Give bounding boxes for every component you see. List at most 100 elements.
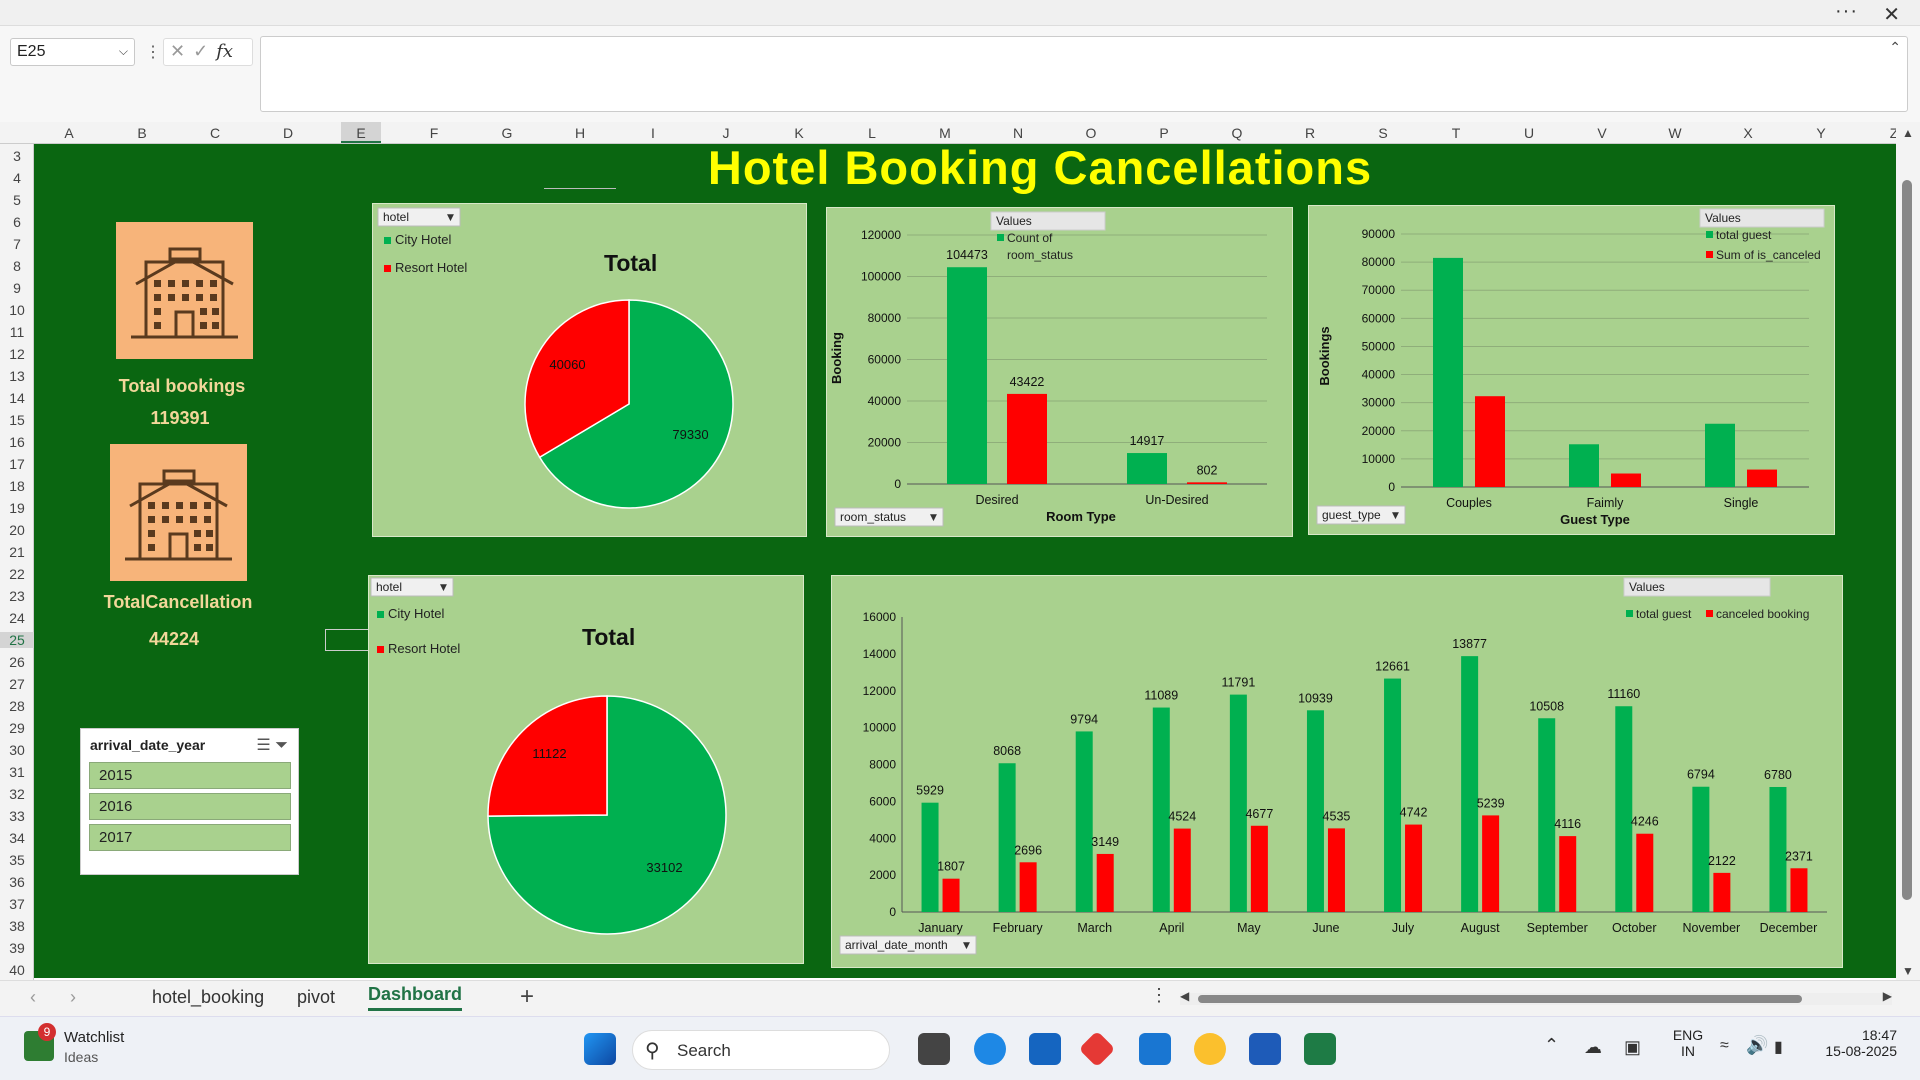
column-header-K[interactable]: K bbox=[779, 125, 819, 141]
column-header-R[interactable]: R bbox=[1290, 125, 1330, 141]
column-header-I[interactable]: I bbox=[633, 125, 673, 141]
column-header-O[interactable]: O bbox=[1071, 125, 1111, 141]
insert-function-icon[interactable]: fx bbox=[216, 41, 233, 62]
hscroll-thumb[interactable] bbox=[1198, 995, 1802, 1003]
close-icon[interactable]: ✕ bbox=[1883, 2, 1900, 27]
excel-icon[interactable] bbox=[1304, 1033, 1336, 1065]
row-header-37[interactable]: 37 bbox=[0, 896, 34, 912]
row-header-28[interactable]: 28 bbox=[0, 698, 34, 714]
battery-icon[interactable]: ▮ bbox=[1774, 1037, 1783, 1057]
formula-bar-options-icon[interactable]: ⋮ bbox=[145, 42, 161, 62]
selected-cell[interactable] bbox=[325, 629, 369, 651]
column-header-D[interactable]: D bbox=[268, 125, 308, 141]
volume-icon[interactable]: 🔊 bbox=[1746, 1035, 1768, 1056]
taskbar-search[interactable]: ⚲ Search bbox=[632, 1030, 890, 1070]
row-header-23[interactable]: 23 bbox=[0, 588, 34, 604]
row-header-26[interactable]: 26 bbox=[0, 654, 34, 670]
column-header-N[interactable]: N bbox=[998, 125, 1038, 141]
column-header-X[interactable]: X bbox=[1728, 125, 1768, 141]
scroll-down-icon[interactable]: ▼ bbox=[1902, 964, 1914, 978]
row-header-30[interactable]: 30 bbox=[0, 742, 34, 758]
row-header-15[interactable]: 15 bbox=[0, 412, 34, 428]
row-header-14[interactable]: 14 bbox=[0, 390, 34, 406]
photos-icon[interactable] bbox=[1139, 1033, 1171, 1065]
windows-start-icon[interactable] bbox=[584, 1033, 616, 1065]
tab-pivot[interactable]: pivot bbox=[297, 987, 335, 1008]
row-header-22[interactable]: 22 bbox=[0, 566, 34, 582]
column-header-Q[interactable]: Q bbox=[1217, 125, 1257, 141]
chevron-down-icon[interactable]: ⌵ bbox=[119, 44, 128, 59]
sheet-options-icon[interactable]: ⋮ bbox=[1150, 985, 1168, 1006]
column-header-T[interactable]: T bbox=[1436, 125, 1476, 141]
chrome-icon[interactable] bbox=[1194, 1033, 1226, 1065]
task-view-icon[interactable] bbox=[918, 1033, 950, 1065]
column-header-B[interactable]: B bbox=[122, 125, 162, 141]
row-header-7[interactable]: 7 bbox=[0, 236, 34, 252]
row-header-13[interactable]: 13 bbox=[0, 368, 34, 384]
row-header-35[interactable]: 35 bbox=[0, 852, 34, 868]
row-header-34[interactable]: 34 bbox=[0, 830, 34, 846]
scroll-thumb[interactable] bbox=[1902, 180, 1912, 900]
row-header-33[interactable]: 33 bbox=[0, 808, 34, 824]
row-header-20[interactable]: 20 bbox=[0, 522, 34, 538]
cancel-icon[interactable]: ✕ bbox=[170, 41, 193, 61]
row-header-39[interactable]: 39 bbox=[0, 940, 34, 956]
column-header-H[interactable]: H bbox=[560, 125, 600, 141]
row-header-16[interactable]: 16 bbox=[0, 434, 34, 450]
column-header-Y[interactable]: Y bbox=[1801, 125, 1841, 141]
formula-input[interactable]: ⌃ bbox=[260, 36, 1908, 112]
row-header-8[interactable]: 8 bbox=[0, 258, 34, 274]
row-header-40[interactable]: 40 bbox=[0, 962, 34, 978]
scroll-right-icon[interactable]: ▶ bbox=[1883, 989, 1892, 1003]
row-header-18[interactable]: 18 bbox=[0, 478, 34, 494]
row-header-12[interactable]: 12 bbox=[0, 346, 34, 362]
column-header-J[interactable]: J bbox=[706, 125, 746, 141]
multi-select-icon[interactable]: ☰ bbox=[256, 737, 270, 754]
column-header-A[interactable]: A bbox=[49, 125, 89, 141]
tab-dashboard[interactable]: Dashboard bbox=[368, 984, 463, 1011]
onedrive-icon[interactable]: ☁ bbox=[1584, 1037, 1602, 1058]
row-header-27[interactable]: 27 bbox=[0, 676, 34, 692]
add-sheet-button[interactable]: + bbox=[520, 983, 534, 1011]
row-header-11[interactable]: 11 bbox=[0, 324, 34, 340]
column-header-M[interactable]: M bbox=[925, 125, 965, 141]
row-header-10[interactable]: 10 bbox=[0, 302, 34, 318]
row-header-9[interactable]: 9 bbox=[0, 280, 34, 296]
column-header-F[interactable]: F bbox=[414, 125, 454, 141]
name-box[interactable]: E25 ⌵ bbox=[10, 38, 135, 66]
column-header-L[interactable]: L bbox=[852, 125, 892, 141]
row-header-17[interactable]: 17 bbox=[0, 456, 34, 472]
row-header-32[interactable]: 32 bbox=[0, 786, 34, 802]
display-icon[interactable]: ▣ bbox=[1624, 1037, 1641, 1058]
column-header-V[interactable]: V bbox=[1582, 125, 1622, 141]
row-header-24[interactable]: 24 bbox=[0, 610, 34, 626]
clock[interactable]: 18:47 15-08-2025 bbox=[1812, 1027, 1897, 1059]
enter-icon[interactable]: ✓ bbox=[193, 41, 216, 61]
collapse-formula-bar-icon[interactable]: ⌃ bbox=[1889, 39, 1901, 56]
tab-hotel-booking[interactable]: hotel_booking bbox=[152, 987, 264, 1008]
tab-next-icon[interactable]: › bbox=[70, 987, 76, 1008]
language-indicator[interactable]: ENG IN bbox=[1668, 1027, 1708, 1059]
scroll-up-icon[interactable]: ▲ bbox=[1902, 126, 1914, 140]
column-header-C[interactable]: C bbox=[195, 125, 235, 141]
edge-icon[interactable] bbox=[974, 1033, 1006, 1065]
row-header-36[interactable]: 36 bbox=[0, 874, 34, 890]
scroll-left-icon[interactable]: ◀ bbox=[1180, 989, 1189, 1003]
row-header-25[interactable]: 25 bbox=[0, 632, 34, 648]
row-header-6[interactable]: 6 bbox=[0, 214, 34, 230]
column-header-W[interactable]: W bbox=[1655, 125, 1695, 141]
slicer-item-2017[interactable]: 2017 bbox=[89, 824, 291, 851]
column-header-U[interactable]: U bbox=[1509, 125, 1549, 141]
store-icon[interactable] bbox=[1029, 1033, 1061, 1065]
vertical-scrollbar[interactable]: ▲ ▼ bbox=[1896, 122, 1920, 980]
word-icon[interactable] bbox=[1249, 1033, 1281, 1065]
row-header-38[interactable]: 38 bbox=[0, 918, 34, 934]
column-header-S[interactable]: S bbox=[1363, 125, 1403, 141]
app-diamond-icon[interactable] bbox=[1078, 1030, 1116, 1068]
row-header-19[interactable]: 19 bbox=[0, 500, 34, 516]
watchlist-title[interactable]: Watchlist bbox=[64, 1029, 124, 1046]
column-header-P[interactable]: P bbox=[1144, 125, 1184, 141]
column-header-G[interactable]: G bbox=[487, 125, 527, 141]
show-hidden-icons-icon[interactable]: ⌃ bbox=[1544, 1035, 1559, 1056]
more-options-icon[interactable]: ··· bbox=[1835, 0, 1858, 22]
